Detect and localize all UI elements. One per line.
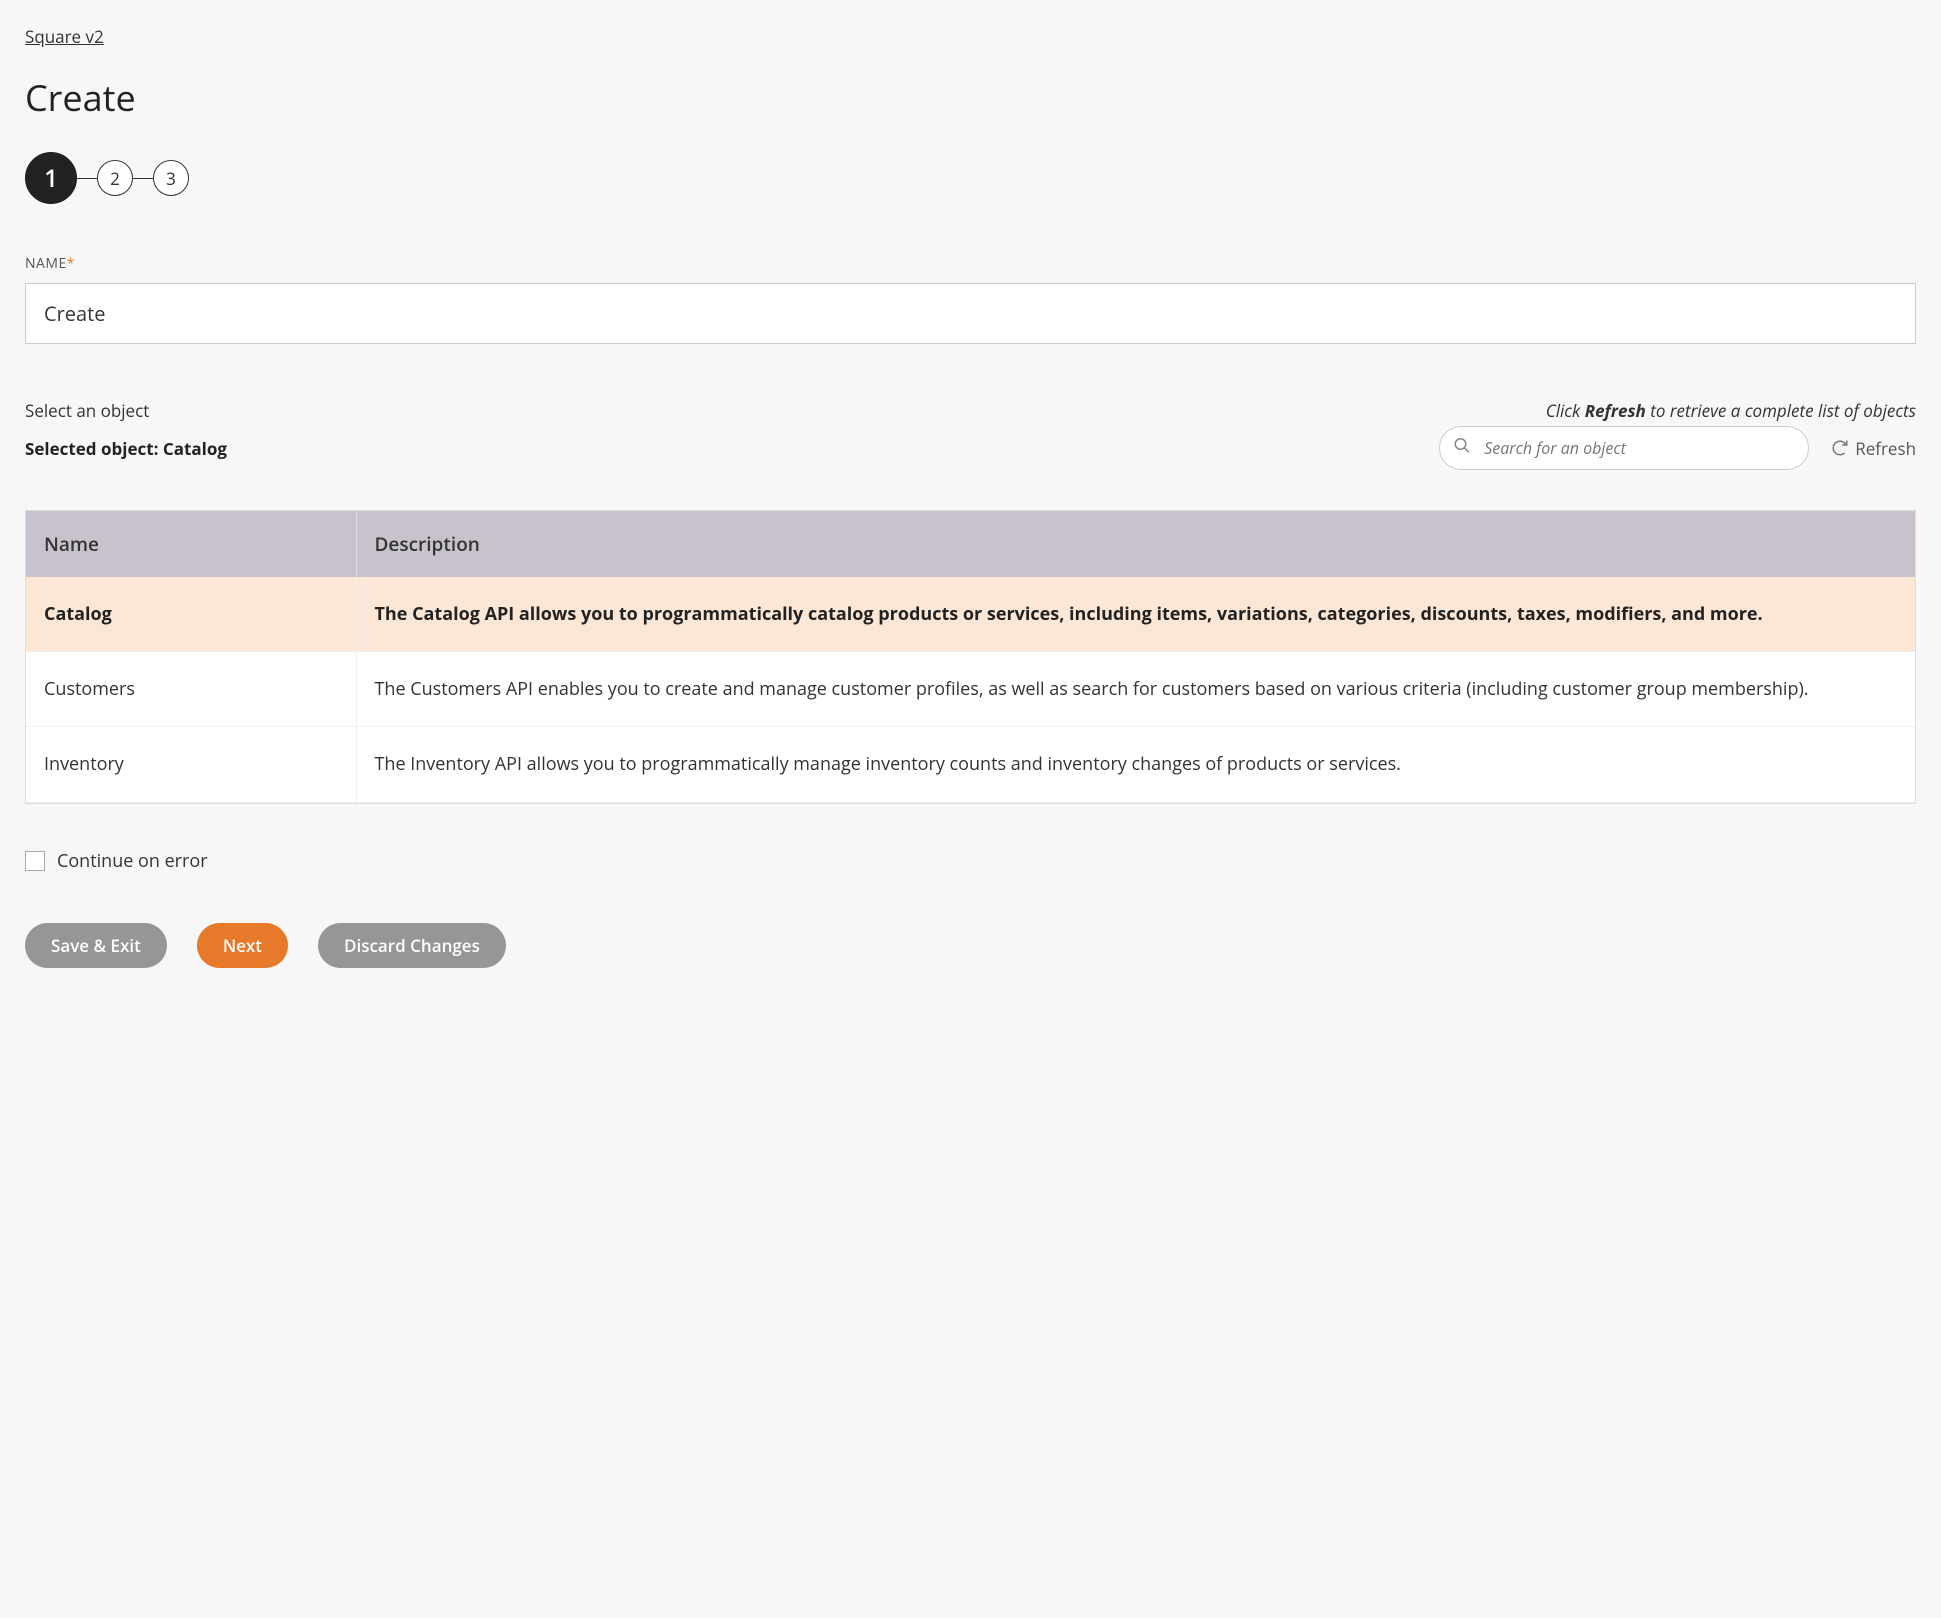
cell-description: The Customers API enables you to create …: [356, 652, 1915, 727]
col-description[interactable]: Description: [356, 511, 1915, 577]
hint-suffix: to retrieve a complete list of objects: [1646, 399, 1916, 422]
col-name[interactable]: Name: [26, 511, 356, 577]
breadcrumb-link[interactable]: Square v2: [25, 25, 104, 48]
select-object-prompt: Select an object: [25, 399, 149, 422]
required-indicator: *: [67, 254, 75, 273]
continue-on-error-checkbox[interactable]: [25, 851, 45, 871]
name-label-text: NAME: [25, 254, 67, 273]
table-row[interactable]: InventoryThe Inventory API allows you to…: [26, 727, 1915, 802]
selected-object: Selected object: Catalog: [25, 437, 227, 460]
hint-prefix: Click: [1546, 399, 1585, 422]
discard-button[interactable]: Discard Changes: [318, 923, 506, 968]
save-exit-button[interactable]: Save & Exit: [25, 923, 167, 968]
object-table: Name Description CatalogThe Catalog API …: [25, 510, 1916, 804]
step-3[interactable]: 3: [153, 160, 189, 196]
page-title: Create: [25, 73, 1916, 122]
selected-value: Catalog: [163, 437, 227, 460]
name-input[interactable]: [25, 283, 1916, 344]
step-2[interactable]: 2: [97, 160, 133, 196]
hint-bold: Refresh: [1585, 399, 1646, 422]
continue-on-error-label[interactable]: Continue on error: [57, 849, 208, 873]
table-row[interactable]: CustomersThe Customers API enables you t…: [26, 652, 1915, 727]
step-connector: [133, 178, 153, 179]
refresh-label: Refresh: [1855, 437, 1916, 460]
selected-prefix: Selected object:: [25, 437, 163, 460]
stepper: 1 2 3: [25, 152, 1916, 204]
cell-name: Catalog: [26, 577, 356, 652]
step-connector: [77, 178, 97, 179]
cell-name: Customers: [26, 652, 356, 727]
search-icon: [1453, 437, 1471, 460]
next-button[interactable]: Next: [197, 923, 288, 968]
cell-name: Inventory: [26, 727, 356, 802]
refresh-hint: Click Refresh to retrieve a complete lis…: [1546, 399, 1916, 422]
refresh-button[interactable]: Refresh: [1831, 437, 1916, 460]
table-scroll[interactable]: Name Description CatalogThe Catalog API …: [26, 511, 1915, 803]
refresh-icon: [1831, 439, 1849, 457]
name-label: NAME*: [25, 254, 1916, 273]
cell-description: The Inventory API allows you to programm…: [356, 727, 1915, 802]
table-row[interactable]: CatalogThe Catalog API allows you to pro…: [26, 577, 1915, 652]
cell-description: The Catalog API allows you to programmat…: [356, 577, 1915, 652]
search-input[interactable]: [1439, 426, 1809, 470]
search-box: [1439, 426, 1809, 470]
step-1[interactable]: 1: [25, 152, 77, 204]
